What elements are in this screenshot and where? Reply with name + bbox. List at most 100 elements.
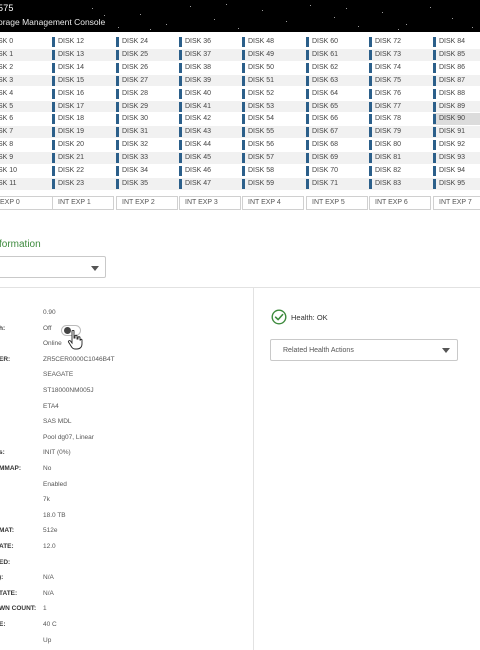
disk-cell[interactable]: DISK 27 xyxy=(116,75,178,87)
disk-cell[interactable]: DISK 31 xyxy=(116,126,178,138)
disk-cell[interactable]: DISK 32 xyxy=(116,139,178,151)
disk-cell[interactable]: DISK 67 xyxy=(306,126,368,138)
disk-cell[interactable]: DISK 43 xyxy=(179,126,241,138)
disk-cell[interactable]: DISK 79 xyxy=(369,126,431,138)
expander-cell[interactable]: INT EXP 2 xyxy=(116,196,178,210)
disk-cell[interactable]: DISK 52 xyxy=(242,88,304,100)
disk-cell[interactable]: DISK 13 xyxy=(52,49,114,61)
disk-cell[interactable]: DISK 83 xyxy=(369,178,431,190)
disk-cell[interactable]: DISK 64 xyxy=(306,88,368,100)
disk-cell[interactable]: DISK 76 xyxy=(369,88,431,100)
disk-cell[interactable]: DISK 71 xyxy=(306,178,368,190)
disk-cell[interactable]: DISK 95 xyxy=(433,178,480,190)
disk-cell[interactable]: DISK 20 xyxy=(52,139,114,151)
disk-cell[interactable]: DISK 94 xyxy=(433,165,480,177)
disk-cell[interactable]: DISK 87 xyxy=(433,75,480,87)
disk-cell[interactable]: DISK 41 xyxy=(179,101,241,113)
disk-cell[interactable]: DISK 84 xyxy=(433,36,480,48)
related-health-actions-select[interactable]: Related Health Actions xyxy=(270,339,458,361)
disk-cell[interactable]: DISK 86 xyxy=(433,62,480,74)
disk-cell[interactable]: DISK 48 xyxy=(242,36,304,48)
disk-cell[interactable]: DISK 47 xyxy=(179,178,241,190)
disk-cell[interactable]: DISK 22 xyxy=(52,165,114,177)
disk-cell[interactable]: DISK 59 xyxy=(242,178,304,190)
disk-cell[interactable]: SK 3 xyxy=(0,75,60,87)
disk-cell[interactable]: DISK 80 xyxy=(369,139,431,151)
disk-cell[interactable]: DISK 88 xyxy=(433,88,480,100)
disk-cell[interactable]: DISK 91 xyxy=(433,126,480,138)
expander-cell[interactable]: INT EXP 5 xyxy=(306,196,368,210)
disk-cell[interactable]: DISK 25 xyxy=(116,49,178,61)
disk-cell[interactable]: DISK 53 xyxy=(242,101,304,113)
disk-cell[interactable]: DISK 69 xyxy=(306,152,368,164)
disk-cell[interactable]: DISK 38 xyxy=(179,62,241,74)
disk-cell[interactable]: DISK 73 xyxy=(369,49,431,61)
disk-cell[interactable]: SK 1 xyxy=(0,49,60,61)
disk-cell[interactable]: SK 9 xyxy=(0,152,60,164)
disk-cell[interactable]: DISK 44 xyxy=(179,139,241,151)
disk-cell[interactable]: DISK 70 xyxy=(306,165,368,177)
disk-cell[interactable]: DISK 54 xyxy=(242,113,304,125)
disk-cell[interactable]: DISK 63 xyxy=(306,75,368,87)
disk-cell[interactable]: DISK 62 xyxy=(306,62,368,74)
disk-cell[interactable]: DISK 57 xyxy=(242,152,304,164)
expander-cell[interactable]: EXP 0 xyxy=(0,196,56,210)
expander-cell[interactable]: INT EXP 6 xyxy=(369,196,431,210)
disk-cell[interactable]: DISK 30 xyxy=(116,113,178,125)
disk-cell[interactable]: DISK 68 xyxy=(306,139,368,151)
disk-cell[interactable]: DISK 23 xyxy=(52,178,114,190)
disk-cell[interactable]: DISK 56 xyxy=(242,139,304,151)
disk-cell[interactable]: DISK 49 xyxy=(242,49,304,61)
disk-cell[interactable]: SK 4 xyxy=(0,88,60,100)
disk-cell[interactable]: DISK 29 xyxy=(116,101,178,113)
disk-cell[interactable]: DISK 78 xyxy=(369,113,431,125)
disk-cell[interactable]: DISK 60 xyxy=(306,36,368,48)
disk-cell[interactable]: DISK 39 xyxy=(179,75,241,87)
disk-cell[interactable]: DISK 19 xyxy=(52,126,114,138)
disk-cell[interactable]: DISK 85 xyxy=(433,49,480,61)
disk-cell[interactable]: SK 8 xyxy=(0,139,60,151)
disk-cell[interactable]: SK 10 xyxy=(0,165,60,177)
disk-cell[interactable]: SK 7 xyxy=(0,126,60,138)
disk-cell[interactable]: DISK 75 xyxy=(369,75,431,87)
disk-cell[interactable]: DISK 33 xyxy=(116,152,178,164)
disk-cell[interactable]: DISK 65 xyxy=(306,101,368,113)
disk-cell[interactable]: DISK 50 xyxy=(242,62,304,74)
disk-cell[interactable]: DISK 24 xyxy=(116,36,178,48)
disk-cell[interactable]: DISK 74 xyxy=(369,62,431,74)
disk-cell[interactable]: DISK 89 xyxy=(433,101,480,113)
disk-cell[interactable]: SK 6 xyxy=(0,113,60,125)
disk-cell[interactable]: DISK 12 xyxy=(52,36,114,48)
disk-cell[interactable]: DISK 61 xyxy=(306,49,368,61)
disk-cell[interactable]: DISK 93 xyxy=(433,152,480,164)
disk-cell[interactable]: DISK 55 xyxy=(242,126,304,138)
disk-cell[interactable]: DISK 51 xyxy=(242,75,304,87)
information-select[interactable] xyxy=(0,256,106,278)
disk-cell[interactable]: DISK 37 xyxy=(179,49,241,61)
disk-cell[interactable]: DISK 28 xyxy=(116,88,178,100)
disk-cell[interactable]: DISK 14 xyxy=(52,62,114,74)
disk-cell[interactable]: DISK 82 xyxy=(369,165,431,177)
disk-cell[interactable]: DISK 72 xyxy=(369,36,431,48)
disk-cell[interactable]: DISK 81 xyxy=(369,152,431,164)
disk-cell[interactable]: DISK 40 xyxy=(179,88,241,100)
expander-cell[interactable]: INT EXP 1 xyxy=(52,196,114,210)
expander-cell[interactable]: INT EXP 4 xyxy=(242,196,304,210)
disk-cell[interactable]: DISK 58 xyxy=(242,165,304,177)
disk-cell[interactable]: DISK 35 xyxy=(116,178,178,190)
disk-cell[interactable]: DISK 16 xyxy=(52,88,114,100)
disk-cell[interactable]: SK 5 xyxy=(0,101,60,113)
expander-cell[interactable]: INT EXP 3 xyxy=(179,196,241,210)
disk-cell[interactable]: DISK 17 xyxy=(52,101,114,113)
disk-cell[interactable]: DISK 46 xyxy=(179,165,241,177)
disk-cell[interactable]: DISK 26 xyxy=(116,62,178,74)
disk-cell[interactable]: DISK 66 xyxy=(306,113,368,125)
disk-cell[interactable]: SK 0 xyxy=(0,36,60,48)
disk-cell[interactable]: DISK 92 xyxy=(433,139,480,151)
disk-cell[interactable]: SK 11 xyxy=(0,178,60,190)
disk-cell[interactable]: DISK 34 xyxy=(116,165,178,177)
disk-cell[interactable]: SK 2 xyxy=(0,62,60,74)
disk-cell[interactable]: DISK 36 xyxy=(179,36,241,48)
disk-cell[interactable]: DISK 45 xyxy=(179,152,241,164)
disk-cell[interactable]: DISK 90 xyxy=(433,113,480,126)
